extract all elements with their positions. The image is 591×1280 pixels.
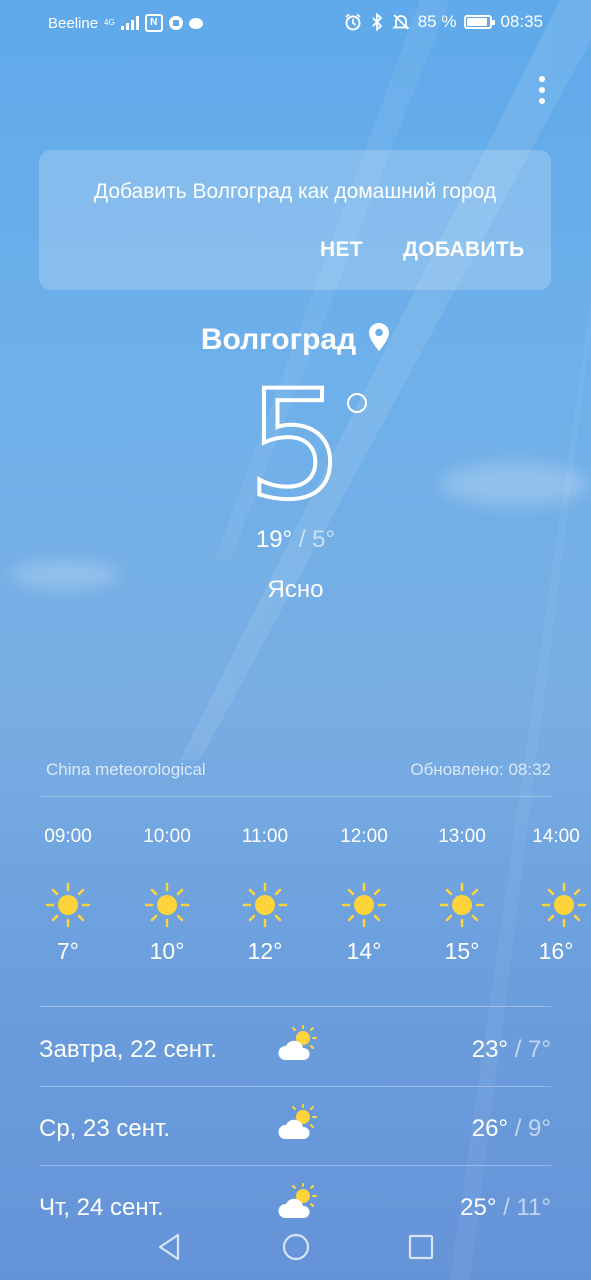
home-icon[interactable]	[281, 1232, 311, 1262]
nfc-icon: N	[144, 14, 163, 32]
updated-time: Обновлено: 08:32	[410, 760, 551, 779]
divider	[39, 1086, 551, 1087]
home-city-banner: Добавить Волгоград как домашний город	[39, 150, 551, 290]
location-pin-icon	[369, 323, 390, 351]
hour-temp: 10°	[149, 938, 185, 964]
status-bar: Beeline 4G N 85 % 08:35	[0, 0, 591, 44]
today-low: 5°	[312, 526, 336, 553]
range-separator: /	[514, 1036, 522, 1063]
today-range: 19° / 5°	[0, 526, 591, 554]
city-name: Волгоград	[200, 323, 357, 356]
back-icon[interactable]	[156, 1232, 182, 1262]
battery-icon	[464, 15, 496, 29]
bluetooth-icon	[372, 13, 383, 31]
hourly-item: 12:00 14°	[324, 826, 404, 965]
battery-percent: 85 %	[417, 12, 457, 31]
day-high: 23°	[471, 1036, 509, 1063]
sun-icon	[144, 882, 190, 928]
daily-row[interactable]: Ср, 23 сент. 26° / 9°	[39, 1103, 551, 1163]
network-type: 4G	[104, 18, 115, 27]
today-high: 19°	[255, 526, 293, 553]
record-icon	[168, 16, 183, 30]
day-low: 9°	[528, 1115, 551, 1142]
day-label: Завтра, 22 сент.	[39, 1036, 218, 1063]
hour-time: 10:00	[143, 826, 191, 847]
day-low: 11°	[516, 1194, 551, 1221]
hour-temp: 14°	[346, 938, 382, 964]
hourly-item: 13:00 15°	[422, 826, 502, 965]
partly-cloudy-icon	[277, 1104, 317, 1140]
banner-add-button[interactable]: ДОБАВИТЬ	[403, 238, 524, 262]
sun-icon	[341, 882, 387, 928]
status-right: 85 % 08:35	[344, 12, 543, 32]
hourly-item: 14:00 16°	[521, 826, 591, 965]
banner-message: Добавить Волгоград как домашний город	[93, 180, 497, 203]
city-header[interactable]: Волгоград	[0, 322, 591, 357]
clock: 08:35	[500, 12, 543, 31]
sun-icon	[439, 882, 485, 928]
range-separator: /	[298, 526, 306, 553]
hour-time: 09:00	[44, 826, 92, 847]
hour-temp: 12°	[247, 938, 283, 964]
daily-row[interactable]: Завтра, 22 сент. 23° / 7°	[39, 1024, 551, 1084]
more-options-button[interactable]	[530, 72, 554, 108]
partly-cloudy-icon	[277, 1183, 317, 1219]
hourly-item: 09:00 7°	[28, 826, 108, 965]
hour-time: 12:00	[340, 826, 388, 847]
hour-time: 13:00	[438, 826, 486, 847]
degree-symbol	[347, 393, 367, 413]
menu-dot	[539, 76, 545, 82]
day-range: 26° / 9°	[472, 1115, 551, 1143]
range-separator: /	[503, 1194, 510, 1221]
weather-condition: Ясно	[267, 576, 324, 603]
menu-dot	[539, 87, 545, 93]
divider	[39, 1006, 551, 1007]
hour-temp: 15°	[444, 938, 480, 964]
hourly-item: 10:00 10°	[127, 826, 207, 965]
hourly-item: 11:00 12°	[225, 826, 305, 965]
day-label: Ср, 23 сент.	[39, 1115, 170, 1142]
carrier-label: Beeline	[48, 14, 99, 32]
divider	[39, 1165, 551, 1166]
banner-no-button[interactable]: НЕТ	[320, 238, 363, 262]
status-left: Beeline 4G N	[48, 14, 203, 32]
day-low: 7°	[528, 1036, 551, 1063]
sun-icon	[45, 882, 91, 928]
sun-icon	[541, 882, 587, 928]
menu-dot	[539, 98, 545, 104]
mute-icon	[392, 14, 410, 30]
day-range: 23° / 7°	[472, 1036, 551, 1064]
current-temperature: 5	[0, 369, 591, 523]
data-source: China meteorological	[46, 760, 206, 779]
hour-time: 14:00	[532, 826, 580, 847]
alarm-icon	[345, 13, 361, 31]
signal-icon	[120, 16, 139, 30]
day-high: 26°	[471, 1115, 509, 1142]
recents-icon[interactable]	[407, 1232, 435, 1262]
hour-time: 11:00	[241, 826, 289, 847]
sun-icon	[242, 882, 288, 928]
message-icon	[188, 17, 203, 29]
hour-temp: 16°	[538, 938, 574, 964]
range-separator: /	[514, 1115, 522, 1142]
partly-cloudy-icon	[277, 1025, 317, 1061]
current-temperature-value: 5	[246, 359, 345, 533]
navigation-bar	[0, 1218, 591, 1280]
hour-temp: 7°	[57, 938, 79, 964]
divider	[39, 796, 551, 797]
day-high: 25°	[460, 1194, 497, 1221]
